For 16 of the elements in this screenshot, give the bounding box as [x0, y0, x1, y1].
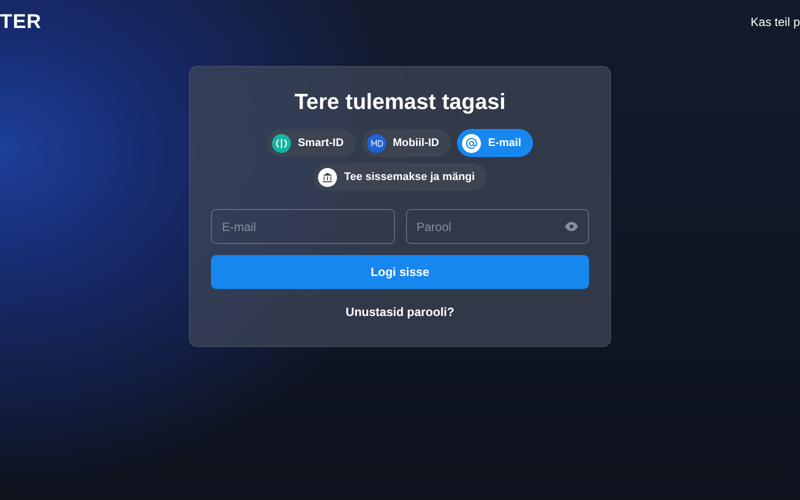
- card-title: Tere tulemast tagasi: [294, 89, 506, 115]
- login-method-tab[interactable]: E-mail: [457, 129, 534, 157]
- password-field[interactable]: Parool: [406, 209, 589, 244]
- forgot-password-link[interactable]: Unustasid parooli?: [346, 305, 454, 319]
- smart-id-icon: [272, 134, 291, 152]
- bank-icon: [318, 168, 338, 186]
- at-sign-icon: [462, 134, 482, 152]
- email-field[interactable]: E-mail: [211, 209, 394, 244]
- login-method-tab[interactable]: Tee sissemakse ja mängi: [313, 163, 487, 191]
- eye-icon[interactable]: [565, 222, 578, 231]
- header-link[interactable]: Kas teil p: [750, 15, 800, 29]
- logo[interactable]: TER: [0, 10, 42, 34]
- login-method-tab[interactable]: Mobiil-ID: [362, 129, 452, 157]
- login-method-tab[interactable]: Smart-ID: [266, 129, 356, 157]
- login-button[interactable]: Logi sisse: [211, 255, 589, 289]
- mobile-id-icon: [366, 134, 386, 152]
